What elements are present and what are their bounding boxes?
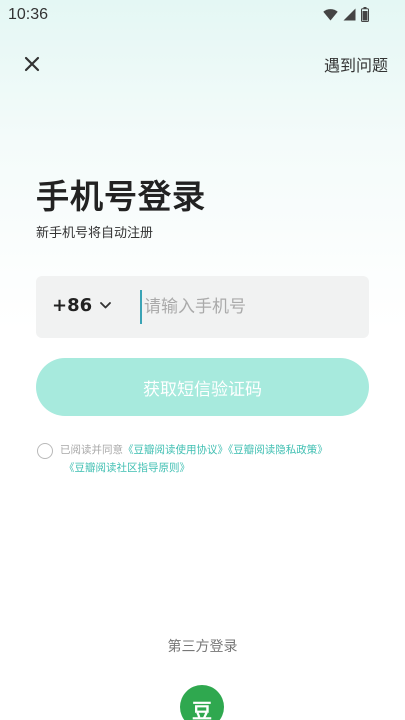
agreement-checkbox[interactable] xyxy=(37,443,53,459)
phone-number-input[interactable] xyxy=(140,290,355,324)
phone-input-box: +86 xyxy=(36,276,369,338)
country-code-selector[interactable]: +86 xyxy=(52,295,112,316)
privacy-policy-link[interactable]: 《豆瓣阅读隐私政策》 xyxy=(228,444,328,456)
status-icons xyxy=(323,7,369,22)
battery-icon xyxy=(361,7,369,22)
get-sms-code-button[interactable]: 获取短信验证码 xyxy=(36,358,369,416)
agreement-text: 已阅读并同意《豆瓣阅读使用协议》《豆瓣阅读隐私政策》 《豆瓣阅读社区指导原则》 xyxy=(60,441,370,477)
status-time: 10:36 xyxy=(8,6,49,23)
agreement-prefix: 已阅读并同意 xyxy=(60,444,123,456)
close-button[interactable] xyxy=(18,50,46,78)
cellular-signal-icon xyxy=(343,8,356,21)
country-code-label: +86 xyxy=(52,295,93,316)
status-bar: 10:36 xyxy=(0,0,405,30)
page-subtitle: 新手机号将自动注册 xyxy=(36,226,154,241)
user-agreement-link[interactable]: 《豆瓣阅读使用协议》 xyxy=(123,444,228,456)
page-title: 手机号登录 xyxy=(36,177,206,216)
community-guidelines-link[interactable]: 《豆瓣阅读社区指导原则》 xyxy=(64,462,190,474)
wifi-icon xyxy=(323,9,338,21)
douban-logo-icon: 豆 xyxy=(192,699,212,720)
help-link[interactable]: 遇到问题 xyxy=(324,52,388,76)
chevron-down-icon xyxy=(100,302,112,309)
douban-login-button[interactable]: 豆 xyxy=(180,685,224,720)
third-party-login-label: 第三方登录 xyxy=(167,639,238,655)
close-icon xyxy=(24,56,40,72)
